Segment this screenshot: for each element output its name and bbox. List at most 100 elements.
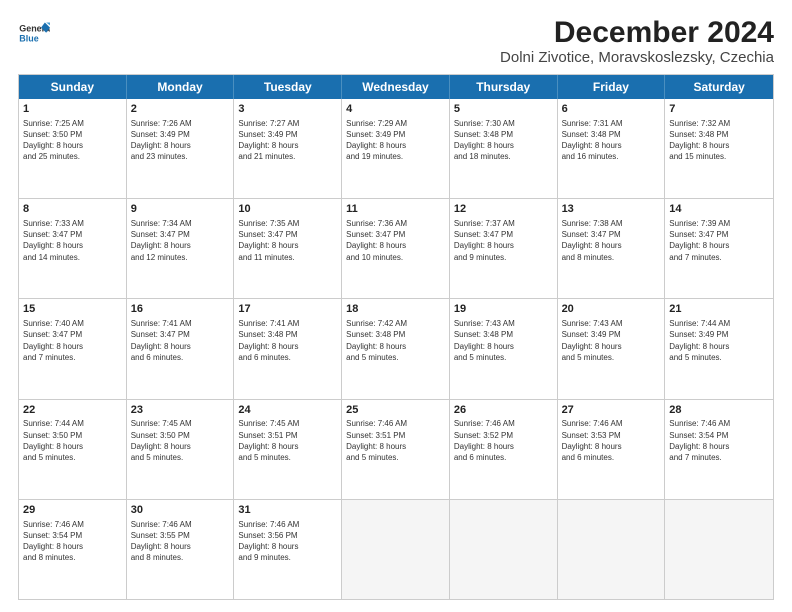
day-info: Sunrise: 7:46 AM Sunset: 3:54 PM Dayligh… [669, 418, 769, 463]
day-info: Sunrise: 7:39 AM Sunset: 3:47 PM Dayligh… [669, 218, 769, 263]
calendar-cell-28: 28Sunrise: 7:46 AM Sunset: 3:54 PM Dayli… [665, 400, 773, 499]
logo: General Blue [18, 16, 50, 52]
calendar-cell-empty [558, 500, 666, 599]
day-number: 27 [562, 403, 661, 418]
day-number: 5 [454, 102, 553, 117]
day-info: Sunrise: 7:25 AM Sunset: 3:50 PM Dayligh… [23, 118, 122, 163]
calendar-cell-19: 19Sunrise: 7:43 AM Sunset: 3:48 PM Dayli… [450, 299, 558, 398]
calendar-row-3: 22Sunrise: 7:44 AM Sunset: 3:50 PM Dayli… [19, 399, 773, 499]
day-info: Sunrise: 7:40 AM Sunset: 3:47 PM Dayligh… [23, 318, 122, 363]
day-info: Sunrise: 7:45 AM Sunset: 3:50 PM Dayligh… [131, 418, 230, 463]
day-number: 22 [23, 403, 122, 418]
logo-svg: General Blue [18, 16, 50, 52]
calendar-cell-12: 12Sunrise: 7:37 AM Sunset: 3:47 PM Dayli… [450, 199, 558, 298]
header-day-saturday: Saturday [665, 75, 773, 99]
day-info: Sunrise: 7:32 AM Sunset: 3:48 PM Dayligh… [669, 118, 769, 163]
calendar-header: SundayMondayTuesdayWednesdayThursdayFrid… [19, 75, 773, 99]
calendar-row-1: 8Sunrise: 7:33 AM Sunset: 3:47 PM Daylig… [19, 198, 773, 298]
day-number: 19 [454, 302, 553, 317]
day-number: 8 [23, 202, 122, 217]
svg-text:Blue: Blue [19, 34, 38, 44]
calendar-cell-17: 17Sunrise: 7:41 AM Sunset: 3:48 PM Dayli… [234, 299, 342, 398]
header-day-friday: Friday [558, 75, 666, 99]
calendar-cell-empty [342, 500, 450, 599]
day-info: Sunrise: 7:42 AM Sunset: 3:48 PM Dayligh… [346, 318, 445, 363]
day-number: 23 [131, 403, 230, 418]
day-info: Sunrise: 7:41 AM Sunset: 3:47 PM Dayligh… [131, 318, 230, 363]
day-info: Sunrise: 7:46 AM Sunset: 3:56 PM Dayligh… [238, 519, 337, 564]
day-number: 21 [669, 302, 769, 317]
header-day-monday: Monday [127, 75, 235, 99]
day-number: 1 [23, 102, 122, 117]
day-info: Sunrise: 7:43 AM Sunset: 3:48 PM Dayligh… [454, 318, 553, 363]
calendar-cell-29: 29Sunrise: 7:46 AM Sunset: 3:54 PM Dayli… [19, 500, 127, 599]
calendar-cell-11: 11Sunrise: 7:36 AM Sunset: 3:47 PM Dayli… [342, 199, 450, 298]
calendar-body: 1Sunrise: 7:25 AM Sunset: 3:50 PM Daylig… [19, 99, 773, 599]
day-info: Sunrise: 7:27 AM Sunset: 3:49 PM Dayligh… [238, 118, 337, 163]
calendar-cell-24: 24Sunrise: 7:45 AM Sunset: 3:51 PM Dayli… [234, 400, 342, 499]
day-info: Sunrise: 7:35 AM Sunset: 3:47 PM Dayligh… [238, 218, 337, 263]
day-number: 15 [23, 302, 122, 317]
calendar-cell-21: 21Sunrise: 7:44 AM Sunset: 3:49 PM Dayli… [665, 299, 773, 398]
calendar-cell-15: 15Sunrise: 7:40 AM Sunset: 3:47 PM Dayli… [19, 299, 127, 398]
calendar-cell-25: 25Sunrise: 7:46 AM Sunset: 3:51 PM Dayli… [342, 400, 450, 499]
calendar-cell-empty [450, 500, 558, 599]
day-number: 4 [346, 102, 445, 117]
day-info: Sunrise: 7:31 AM Sunset: 3:48 PM Dayligh… [562, 118, 661, 163]
calendar-cell-23: 23Sunrise: 7:45 AM Sunset: 3:50 PM Dayli… [127, 400, 235, 499]
calendar-cell-8: 8Sunrise: 7:33 AM Sunset: 3:47 PM Daylig… [19, 199, 127, 298]
day-info: Sunrise: 7:30 AM Sunset: 3:48 PM Dayligh… [454, 118, 553, 163]
title-block: December 2024 Dolni Zivotice, Moravskosl… [500, 16, 774, 66]
page-title: December 2024 [500, 16, 774, 49]
calendar-cell-26: 26Sunrise: 7:46 AM Sunset: 3:52 PM Dayli… [450, 400, 558, 499]
day-info: Sunrise: 7:26 AM Sunset: 3:49 PM Dayligh… [131, 118, 230, 163]
day-number: 31 [238, 503, 337, 518]
day-number: 3 [238, 102, 337, 117]
day-number: 28 [669, 403, 769, 418]
day-number: 30 [131, 503, 230, 518]
calendar-cell-7: 7Sunrise: 7:32 AM Sunset: 3:48 PM Daylig… [665, 99, 773, 198]
header: General Blue December 2024 Dolni Zivotic… [18, 16, 774, 66]
calendar-cell-14: 14Sunrise: 7:39 AM Sunset: 3:47 PM Dayli… [665, 199, 773, 298]
day-number: 9 [131, 202, 230, 217]
header-day-wednesday: Wednesday [342, 75, 450, 99]
day-number: 26 [454, 403, 553, 418]
calendar-row-4: 29Sunrise: 7:46 AM Sunset: 3:54 PM Dayli… [19, 499, 773, 599]
calendar-cell-13: 13Sunrise: 7:38 AM Sunset: 3:47 PM Dayli… [558, 199, 666, 298]
day-number: 14 [669, 202, 769, 217]
day-number: 7 [669, 102, 769, 117]
day-number: 25 [346, 403, 445, 418]
calendar-cell-18: 18Sunrise: 7:42 AM Sunset: 3:48 PM Dayli… [342, 299, 450, 398]
header-day-tuesday: Tuesday [234, 75, 342, 99]
day-info: Sunrise: 7:46 AM Sunset: 3:52 PM Dayligh… [454, 418, 553, 463]
day-number: 24 [238, 403, 337, 418]
day-info: Sunrise: 7:33 AM Sunset: 3:47 PM Dayligh… [23, 218, 122, 263]
calendar-cell-6: 6Sunrise: 7:31 AM Sunset: 3:48 PM Daylig… [558, 99, 666, 198]
day-info: Sunrise: 7:41 AM Sunset: 3:48 PM Dayligh… [238, 318, 337, 363]
calendar-row-0: 1Sunrise: 7:25 AM Sunset: 3:50 PM Daylig… [19, 99, 773, 198]
day-number: 12 [454, 202, 553, 217]
day-number: 18 [346, 302, 445, 317]
day-info: Sunrise: 7:34 AM Sunset: 3:47 PM Dayligh… [131, 218, 230, 263]
header-day-sunday: Sunday [19, 75, 127, 99]
day-info: Sunrise: 7:37 AM Sunset: 3:47 PM Dayligh… [454, 218, 553, 263]
day-info: Sunrise: 7:44 AM Sunset: 3:49 PM Dayligh… [669, 318, 769, 363]
day-info: Sunrise: 7:43 AM Sunset: 3:49 PM Dayligh… [562, 318, 661, 363]
page-subtitle: Dolni Zivotice, Moravskoslezsky, Czechia [500, 49, 774, 66]
day-info: Sunrise: 7:46 AM Sunset: 3:54 PM Dayligh… [23, 519, 122, 564]
day-info: Sunrise: 7:38 AM Sunset: 3:47 PM Dayligh… [562, 218, 661, 263]
day-info: Sunrise: 7:46 AM Sunset: 3:55 PM Dayligh… [131, 519, 230, 564]
calendar-cell-2: 2Sunrise: 7:26 AM Sunset: 3:49 PM Daylig… [127, 99, 235, 198]
day-number: 17 [238, 302, 337, 317]
day-info: Sunrise: 7:29 AM Sunset: 3:49 PM Dayligh… [346, 118, 445, 163]
day-number: 11 [346, 202, 445, 217]
calendar-cell-20: 20Sunrise: 7:43 AM Sunset: 3:49 PM Dayli… [558, 299, 666, 398]
day-number: 29 [23, 503, 122, 518]
calendar-cell-30: 30Sunrise: 7:46 AM Sunset: 3:55 PM Dayli… [127, 500, 235, 599]
calendar-cell-9: 9Sunrise: 7:34 AM Sunset: 3:47 PM Daylig… [127, 199, 235, 298]
day-number: 10 [238, 202, 337, 217]
calendar-cell-10: 10Sunrise: 7:35 AM Sunset: 3:47 PM Dayli… [234, 199, 342, 298]
day-number: 13 [562, 202, 661, 217]
day-info: Sunrise: 7:36 AM Sunset: 3:47 PM Dayligh… [346, 218, 445, 263]
calendar-cell-5: 5Sunrise: 7:30 AM Sunset: 3:48 PM Daylig… [450, 99, 558, 198]
